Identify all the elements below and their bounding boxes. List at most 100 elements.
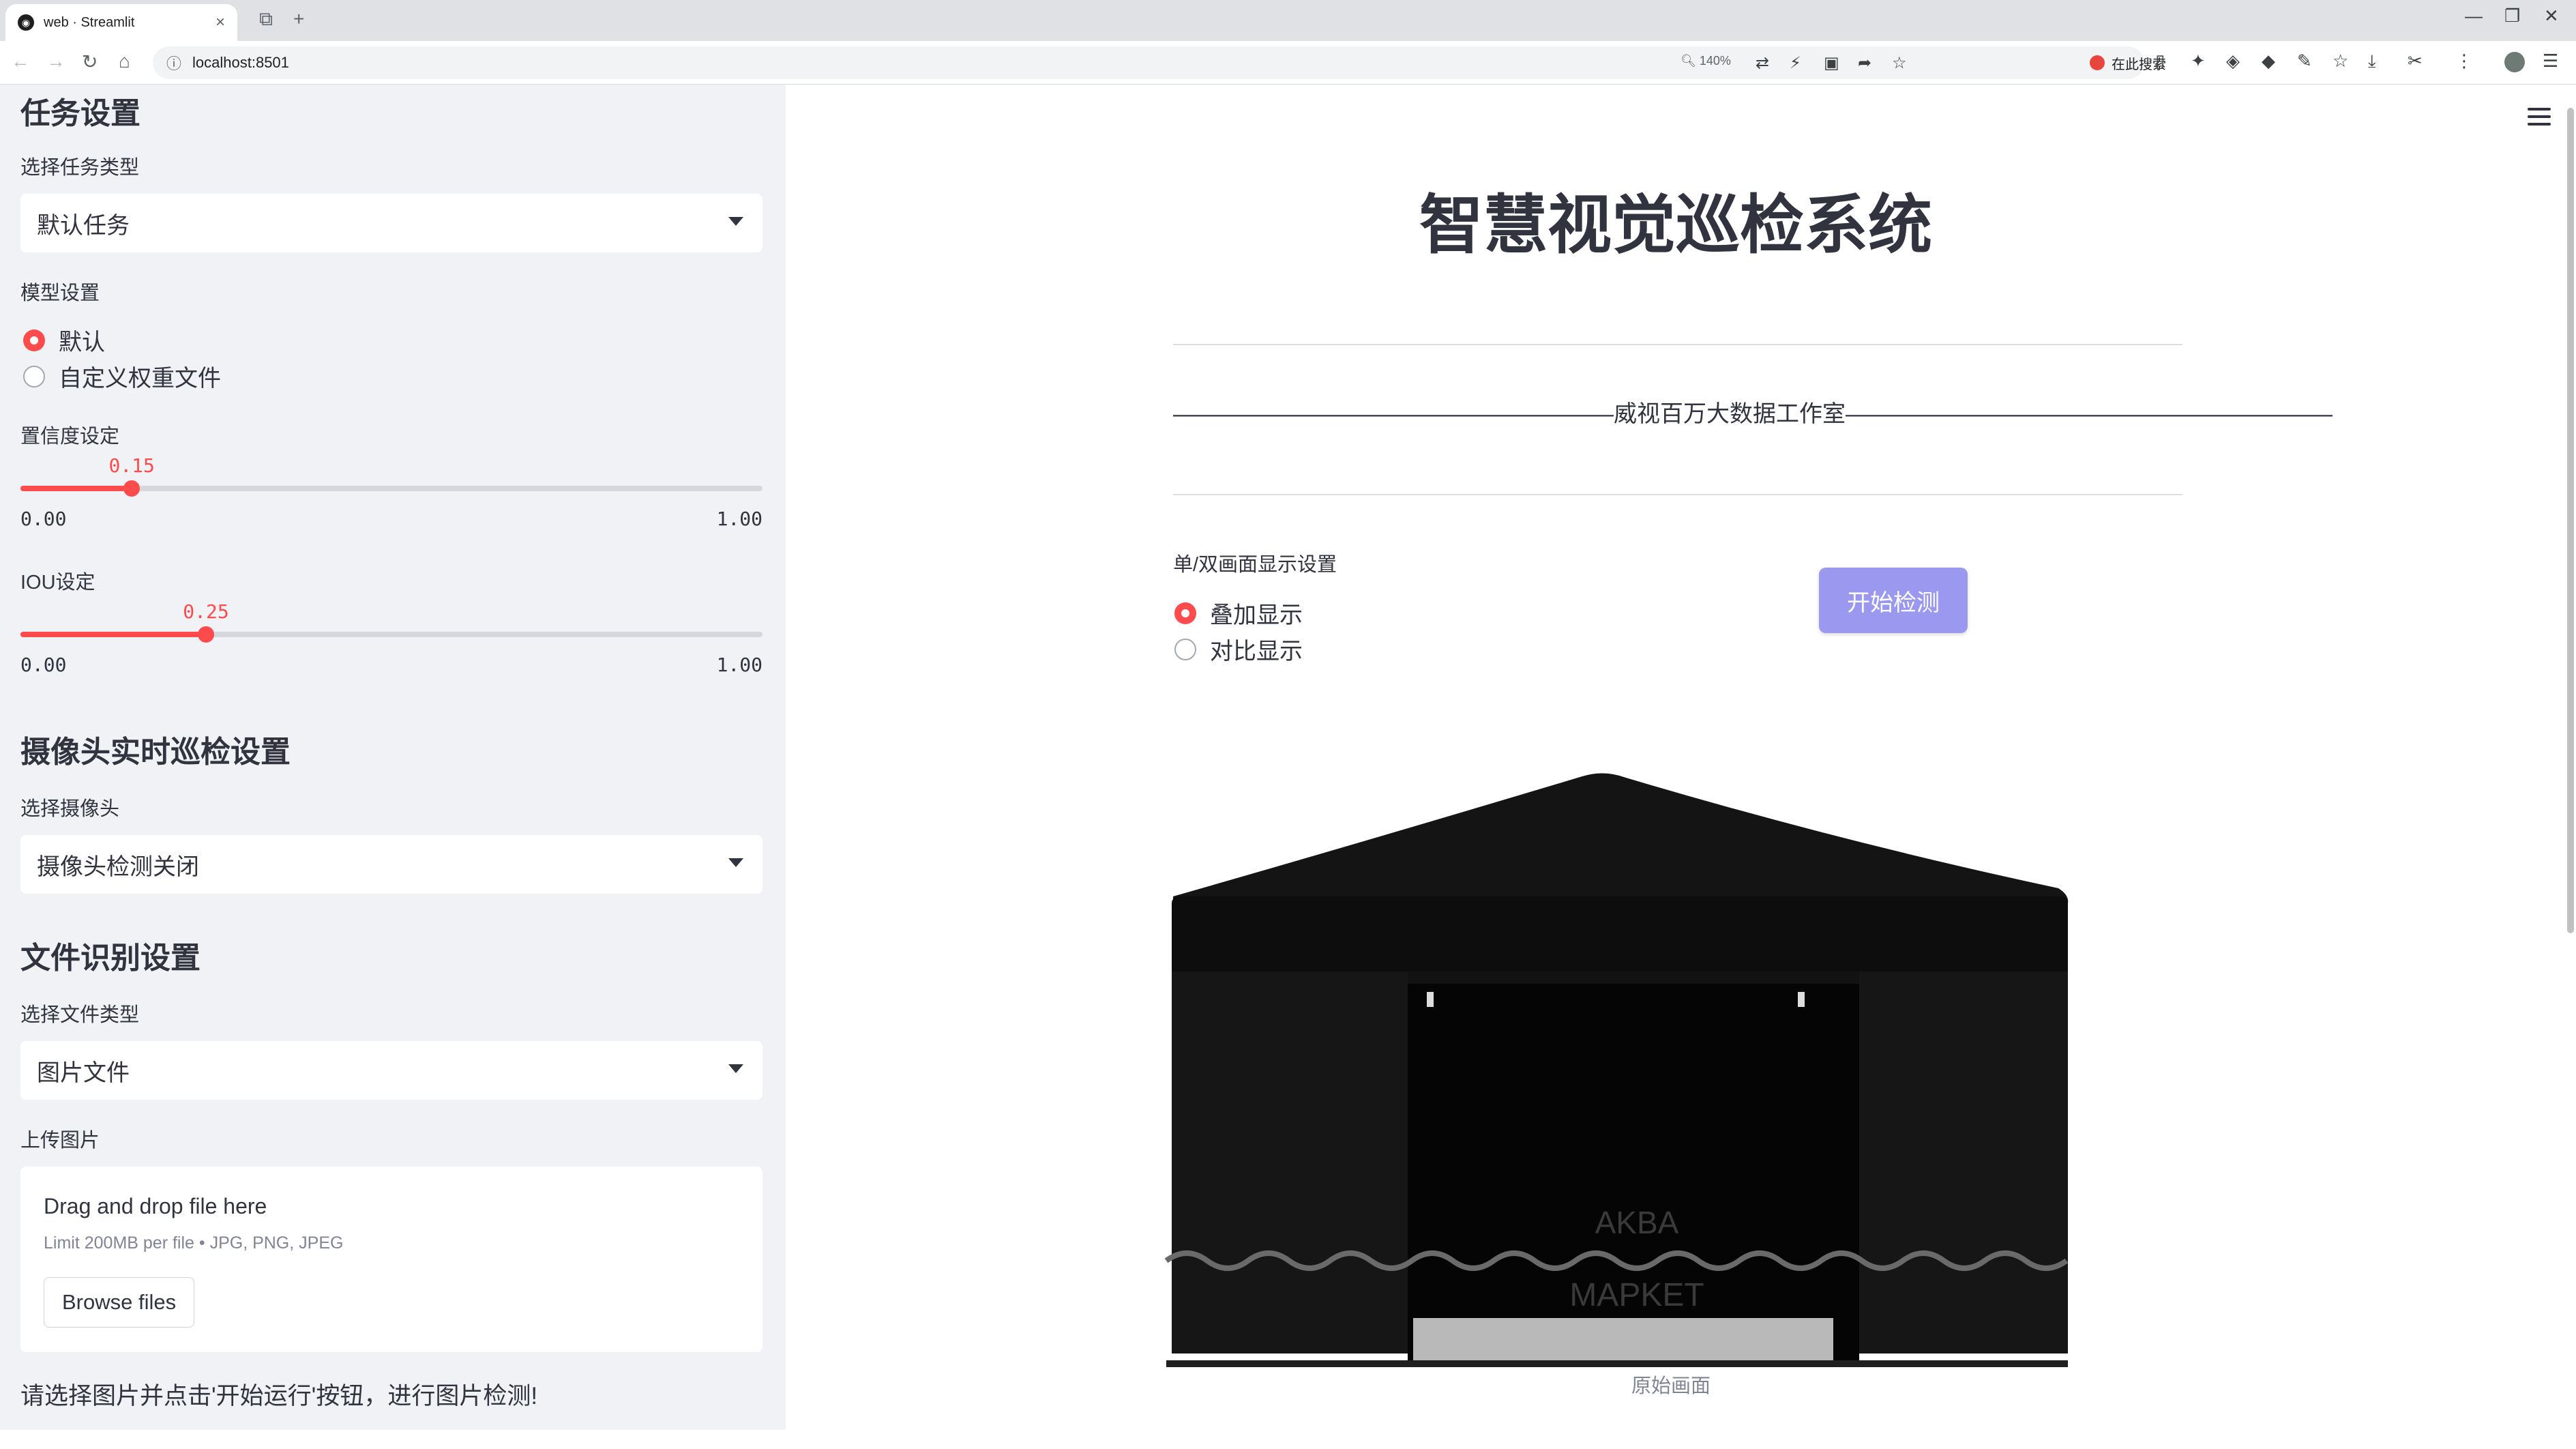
extension-icon[interactable]: ◈ bbox=[2226, 50, 2240, 72]
browser-address-bar: ← → ↻ ⌂ ⓘ localhost:8501 🔍︎ 140% ⇄ ⚡︎ ▣ … bbox=[0, 41, 2576, 85]
slider-thumb[interactable] bbox=[198, 626, 214, 643]
reload-icon[interactable]: ↻ bbox=[82, 50, 98, 73]
model-radio-custom[interactable]: 自定义权重文件 bbox=[23, 360, 221, 393]
chevron-down-icon bbox=[728, 858, 743, 867]
mobile-icon[interactable]: ▯ bbox=[2155, 50, 2165, 72]
browse-files-button[interactable]: Browse files bbox=[44, 1277, 195, 1328]
divider-bottom bbox=[1173, 494, 2182, 495]
drag-drop-text: Drag and drop file here bbox=[44, 1194, 267, 1218]
favorites-icon[interactable]: ☆ bbox=[2333, 50, 2348, 72]
chevron-down-icon bbox=[728, 1064, 743, 1073]
extension-icon[interactable]: ✎ bbox=[2297, 50, 2312, 72]
slider-min: 0.00 bbox=[20, 508, 67, 530]
browser-tab-bar: ◉ web · Streamlit × ⧉ + — ❐ ✕ bbox=[0, 0, 2576, 41]
camera-select-label: 选择摄像头 bbox=[20, 798, 120, 820]
profile-avatar[interactable] bbox=[2504, 52, 2525, 72]
slider-fill bbox=[20, 632, 206, 637]
radio-label: 对比显示 bbox=[1210, 639, 1303, 664]
radio-label: 自定义权重文件 bbox=[59, 366, 221, 392]
slider-value: 0.25 bbox=[183, 600, 229, 623]
new-tab-icon[interactable]: + bbox=[293, 8, 304, 30]
browser-tab[interactable]: ◉ web · Streamlit × bbox=[5, 4, 237, 41]
display-radio-compare[interactable]: 对比显示 bbox=[1174, 632, 1303, 666]
sidebar-instruction-message: 请选择图片并点击'开始运行'按钮，进行图片检测! bbox=[20, 1383, 538, 1409]
upload-limit-text: Limit 200MB per file • JPG, PNG, JPEG bbox=[44, 1233, 344, 1253]
bookmark-star-icon[interactable]: ☆ bbox=[1892, 53, 1907, 73]
image-brand-text: AKBA bbox=[1595, 1205, 1679, 1240]
file-settings-heading: 文件识别设置 bbox=[20, 941, 201, 975]
display-radio-overlay[interactable]: 叠加显示 bbox=[1174, 596, 1303, 630]
task-settings-heading: 任务设置 bbox=[20, 97, 140, 130]
door-hook bbox=[1798, 992, 1805, 1007]
site-info-icon[interactable]: ⓘ bbox=[166, 52, 181, 74]
download-icon[interactable]: ⤓ bbox=[2368, 50, 2376, 72]
extension-icon[interactable]: ✦ bbox=[2191, 50, 2206, 72]
slider-value: 0.15 bbox=[108, 454, 155, 477]
floor-light-patch bbox=[1413, 1318, 1833, 1366]
radio-unselected-icon bbox=[23, 365, 45, 387]
tab-group-icon[interactable]: ⧉ bbox=[259, 8, 273, 31]
app-menu-icon[interactable] bbox=[2528, 108, 2551, 126]
radio-label: 叠加显示 bbox=[1210, 602, 1303, 628]
tab-close-icon[interactable]: × bbox=[216, 13, 225, 32]
radio-selected-icon bbox=[23, 329, 45, 351]
slider-min: 0.00 bbox=[20, 654, 67, 676]
radio-selected-icon bbox=[1174, 602, 1196, 624]
file-type-label: 选择文件类型 bbox=[20, 1004, 140, 1026]
tent-valance bbox=[1172, 896, 2068, 978]
divider-top bbox=[1173, 344, 2182, 345]
slider-max: 1.00 bbox=[716, 654, 763, 676]
window-close-icon[interactable]: ✕ bbox=[2544, 5, 2559, 27]
iou-slider[interactable]: 0.25 0.00 1.00 bbox=[20, 596, 763, 676]
tent-base bbox=[1166, 1360, 2068, 1367]
page-title: 智慧视觉巡检系统 bbox=[1419, 189, 1932, 261]
upload-label: 上传图片 bbox=[20, 1130, 100, 1152]
iou-label: IOU设定 bbox=[20, 572, 95, 594]
screenshot-icon[interactable]: ▣ bbox=[1824, 53, 1839, 73]
camera-select[interactable]: 摄像头检测关闭 bbox=[20, 835, 763, 894]
task-type-select[interactable]: 默认任务 bbox=[20, 194, 763, 252]
task-type-value: 默认任务 bbox=[37, 212, 130, 239]
tent-right-wall bbox=[1859, 971, 2068, 1353]
tab-title: web · Streamlit bbox=[44, 14, 135, 30]
browser-menu-icon[interactable]: ☰ bbox=[2543, 50, 2558, 72]
task-type-label: 选择任务类型 bbox=[20, 157, 140, 179]
start-detection-button[interactable]: 开始检测 bbox=[1819, 568, 1968, 633]
file-type-select[interactable]: 图片文件 bbox=[20, 1041, 763, 1100]
search-engine-icon bbox=[2090, 55, 2105, 70]
url-bar[interactable]: ⓘ localhost:8501 🔍︎ 140% ⇄ ⚡︎ ▣ ➦ ☆ 在此搜索 bbox=[153, 46, 2166, 79]
tent-left-wall bbox=[1172, 971, 1408, 1353]
display-mode-label: 单/双画面显示设置 bbox=[1173, 554, 1337, 576]
forward-icon[interactable]: → bbox=[46, 50, 65, 72]
restore-icon[interactable]: ❐ bbox=[2504, 5, 2520, 27]
main-content: 智慧视觉巡检系统 ———————————————————威视百万大数据工作室——… bbox=[786, 85, 2576, 1430]
translate-icon[interactable]: ⇄ bbox=[1756, 53, 1769, 73]
scrollbar-thumb[interactable] bbox=[2567, 108, 2574, 933]
cut-icon[interactable]: ✂ bbox=[2408, 50, 2423, 72]
file-type-value: 图片文件 bbox=[37, 1059, 130, 1086]
streamlit-favicon-icon: ◉ bbox=[18, 14, 34, 31]
image-brand-text-lower: MAPKET bbox=[1569, 1277, 1704, 1313]
file-uploader-dropzone[interactable]: Drag and drop file here Limit 200MB per … bbox=[20, 1167, 763, 1352]
minimize-icon[interactable]: — bbox=[2465, 5, 2483, 27]
original-image: AKBA MAPKET bbox=[1164, 773, 2069, 1367]
slider-thumb[interactable] bbox=[123, 480, 140, 497]
extension-icon[interactable]: ◆ bbox=[2262, 50, 2275, 72]
back-icon[interactable]: ← bbox=[11, 50, 30, 72]
model-radio-default[interactable]: 默认 bbox=[23, 323, 105, 357]
menu-dots-icon[interactable]: ⋮ bbox=[2455, 50, 2473, 72]
lightning-icon[interactable]: ⚡︎ bbox=[1790, 53, 1801, 73]
radio-label: 默认 bbox=[59, 330, 105, 355]
camera-select-value: 摄像头检测关闭 bbox=[37, 853, 199, 880]
door-hook bbox=[1427, 992, 1434, 1007]
zoom-value: 140% bbox=[1699, 54, 1731, 68]
url-text: localhost:8501 bbox=[192, 54, 289, 71]
zoom-level[interactable]: 🔍︎ 140% bbox=[1681, 54, 1731, 68]
sidebar: 任务设置 选择任务类型 默认任务 模型设置 默认 自定义权重文件 置信度设定 0… bbox=[0, 85, 786, 1430]
radio-unselected-icon bbox=[1174, 638, 1196, 660]
confidence-label: 置信度设定 bbox=[20, 426, 120, 448]
slider-max: 1.00 bbox=[716, 508, 763, 530]
share-icon[interactable]: ➦ bbox=[1858, 53, 1871, 73]
home-icon[interactable]: ⌂ bbox=[119, 50, 130, 72]
confidence-slider[interactable]: 0.15 0.00 1.00 bbox=[20, 450, 763, 530]
